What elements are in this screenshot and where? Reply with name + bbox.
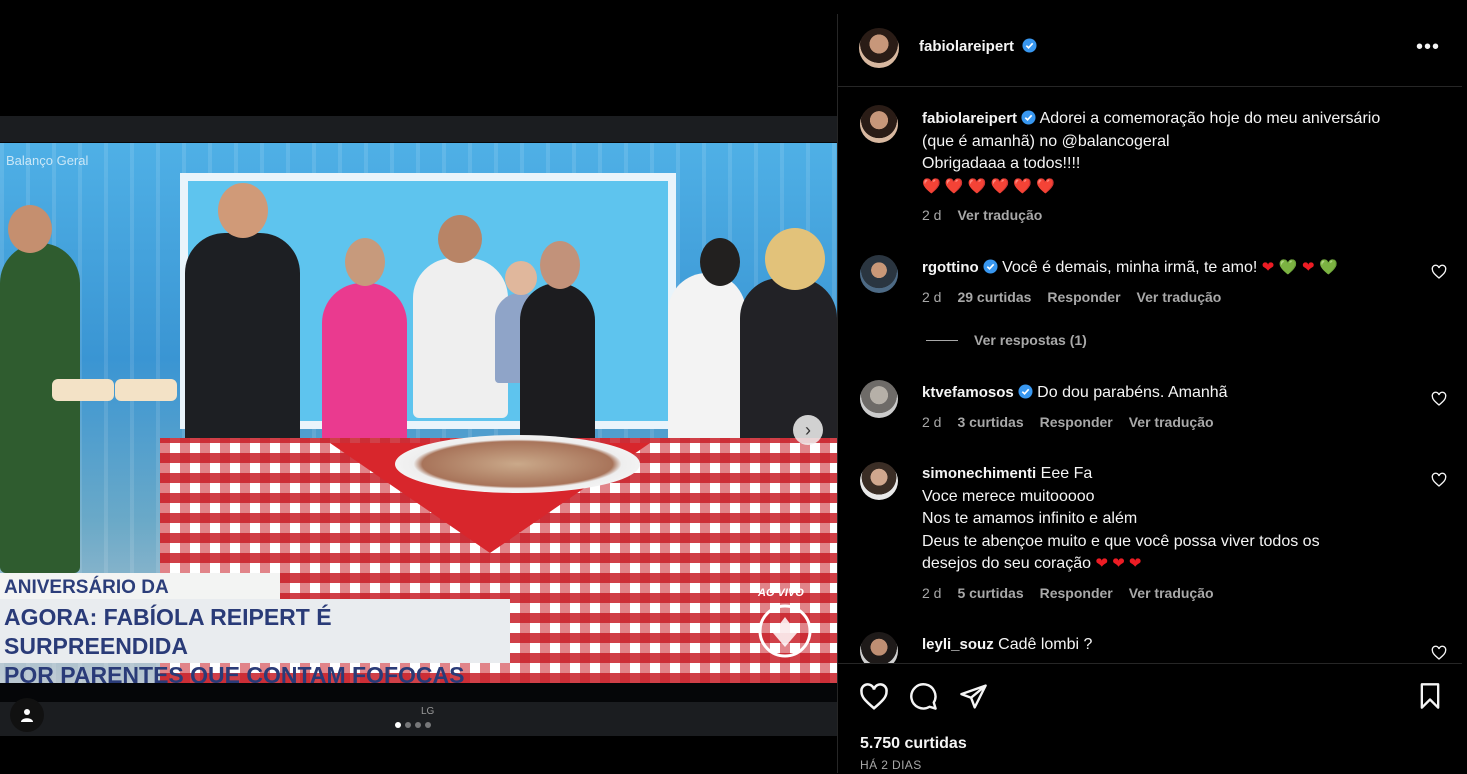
comment-text: Do dou parabéns. Amanhã [1037, 384, 1228, 401]
tagged-users-button[interactable] [10, 698, 44, 732]
heart-emojis: ❤ ❤ ❤ [1095, 555, 1142, 572]
heart-emoji: ❤ [1301, 259, 1315, 276]
caption-text-1: Adorei a comemoração hoje do meu anivers… [1039, 110, 1381, 127]
comment-time[interactable]: 2 d [922, 585, 941, 601]
save-bookmark-icon[interactable] [1416, 682, 1444, 710]
carousel-dot [425, 722, 431, 728]
translate-link[interactable]: Ver tradução [957, 207, 1042, 223]
carousel-indicator [395, 722, 431, 728]
carousel-dot [395, 722, 401, 728]
commenter-username[interactable]: rgottino [922, 259, 979, 276]
user-icon [21, 709, 33, 722]
comment-likes[interactable]: 3 curtidas [957, 414, 1023, 430]
pizza [395, 435, 640, 493]
translate-link[interactable]: Ver tradução [1137, 289, 1222, 305]
verified-badge-icon [1018, 384, 1033, 399]
comment-text-5: desejos do seu coração [922, 555, 1091, 572]
green-heart-emoji: 💚 [1278, 259, 1298, 276]
person-silhouette [413, 258, 508, 418]
share-icon[interactable] [959, 682, 988, 711]
comments-list: fabiolareipert Adorei a comemoração hoje… [838, 87, 1462, 663]
like-comment-icon[interactable] [1431, 264, 1447, 280]
more-options-button[interactable]: ••• [1416, 36, 1440, 59]
lower-third-headline: AGORA: FABÍOLA REIPERT É SURPREENDIDA PO… [0, 599, 510, 683]
caption-avatar[interactable] [860, 105, 898, 143]
post-actions: 5.750 curtidas HÁ 2 DIAS [838, 663, 1462, 774]
like-comment-icon[interactable] [1431, 472, 1447, 488]
like-comment-icon[interactable] [1431, 645, 1447, 661]
caption-time[interactable]: 2 d [922, 207, 941, 223]
likes-count[interactable]: 5.750 curtidas [860, 735, 967, 753]
view-replies-button[interactable]: Ver respostas (1) [926, 332, 1087, 348]
person-silhouette [520, 283, 595, 443]
person-silhouette [0, 243, 80, 573]
carousel-dot [405, 722, 411, 728]
comment-text-4: Deus te abençoe muito e que você possa v… [922, 532, 1320, 550]
translate-link[interactable]: Ver tradução [1129, 414, 1214, 430]
author-avatar[interactable] [859, 28, 899, 68]
comment-text-3: Nos te amamos infinito e além [922, 510, 1138, 527]
green-heart-emoji: 💚 [1319, 259, 1338, 276]
record-logo-icon [758, 604, 812, 658]
commenter-username[interactable]: leyli_souz [922, 636, 994, 653]
person-silhouette [668, 273, 746, 443]
post-date[interactable]: HÁ 2 DIAS [860, 758, 922, 772]
post-sidebar: fabiolareipert ••• fabiolareipert Adorei… [837, 14, 1467, 773]
commenter-avatar[interactable] [860, 255, 898, 293]
comment-text-1: Eee Fa [1040, 465, 1093, 482]
caption-emojis: ❤️ ❤️ ❤️ ❤️ ❤️ ❤️ [922, 177, 1055, 195]
commenter-avatar[interactable] [860, 462, 898, 500]
next-slide-button[interactable]: › [793, 415, 823, 445]
comment-likes[interactable]: 5 curtidas [957, 585, 1023, 601]
commenter-username[interactable]: ktvefamosos [922, 384, 1014, 401]
verified-badge-icon [1022, 38, 1038, 53]
caption-username[interactable]: fabiolareipert [922, 110, 1017, 127]
view-replies-label: Ver respostas (1) [974, 332, 1087, 348]
tv-brand: LG [421, 706, 435, 717]
commenter-avatar[interactable] [860, 632, 898, 663]
comment-text: Cadê lombi ? [998, 636, 1093, 653]
post-header: fabiolareipert ••• [838, 14, 1462, 87]
translate-link[interactable]: Ver tradução [1129, 585, 1214, 601]
post-media: Balanço Geral ANIVERSÁRIO DA "VENENOSA" … [0, 0, 837, 773]
tv-screen: Balanço Geral ANIVERSÁRIO DA "VENENOSA" … [0, 143, 837, 683]
comment-likes[interactable]: 29 curtidas [957, 289, 1031, 305]
like-comment-icon[interactable] [1431, 391, 1447, 407]
caption-text-3: Obrigadaaa a todos!!!! [922, 155, 1081, 172]
commenter-avatar[interactable] [860, 380, 898, 418]
author-username[interactable]: fabiolareipert [919, 38, 1014, 55]
comment-text: Você é demais, minha irmã, te amo! [1002, 259, 1258, 276]
comment-time[interactable]: 2 d [922, 289, 941, 305]
cake [115, 379, 177, 401]
reply-button[interactable]: Responder [1047, 289, 1120, 305]
reply-button[interactable]: Responder [1040, 414, 1113, 430]
heart-emoji: ❤ [1261, 259, 1275, 276]
channel-watermark: Balanço Geral [6, 153, 89, 168]
like-icon[interactable] [859, 682, 889, 712]
headline-line-2: POR PARENTES QUE CONTAM FOFOCAS DELA [4, 662, 465, 683]
caption-text-2: (que é amanhã) no @balancogeral [922, 132, 1170, 150]
reply-button[interactable]: Responder [1040, 585, 1113, 601]
headline-line-1: AGORA: FABÍOLA REIPERT É SURPREENDIDA [4, 604, 332, 659]
commenter-username[interactable]: simonechimenti [922, 465, 1036, 482]
comment-text-2: Voce merece muitooooo [922, 487, 1095, 505]
comment-icon[interactable] [909, 682, 938, 711]
verified-badge-icon [1021, 110, 1036, 125]
verified-badge-icon [983, 259, 998, 274]
live-label: AO VIVO [758, 587, 804, 599]
cake [52, 379, 114, 401]
comment-time[interactable]: 2 d [922, 414, 941, 430]
carousel-dot [415, 722, 421, 728]
